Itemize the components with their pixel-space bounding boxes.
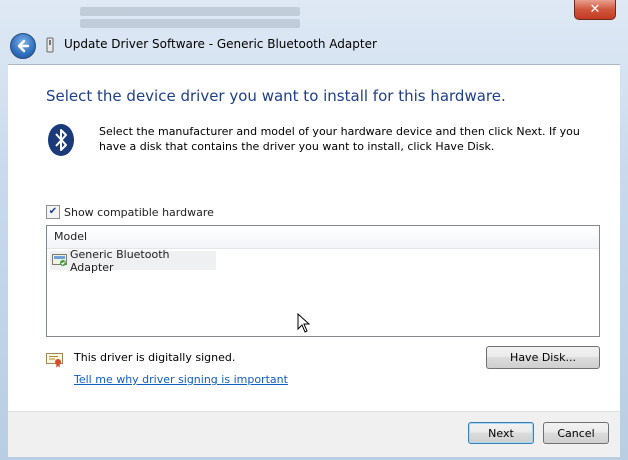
- back-button[interactable]: [10, 33, 36, 59]
- signed-status-text: This driver is digitally signed.: [74, 351, 236, 364]
- window-title: Update Driver Software - Generic Bluetoo…: [64, 37, 377, 51]
- background-window-ghost: [80, 4, 300, 36]
- content-panel: Select the device driver you want to ins…: [8, 64, 620, 412]
- close-button[interactable]: ✕: [574, 0, 616, 20]
- back-arrow-icon: [17, 39, 30, 53]
- certificate-icon: [46, 353, 63, 368]
- mouse-cursor-icon: [297, 313, 311, 333]
- model-column-header[interactable]: Model: [47, 226, 599, 249]
- next-button[interactable]: Next: [468, 422, 534, 444]
- dialog-footer: Next Cancel: [8, 411, 620, 457]
- bluetooth-icon: [48, 124, 74, 156]
- dialog-frame: ✕ Update Driver Software - Generic Bluet…: [0, 0, 628, 460]
- cancel-button[interactable]: Cancel: [543, 422, 609, 444]
- driver-icon: [52, 254, 67, 266]
- have-disk-button[interactable]: Have Disk...: [486, 346, 600, 369]
- model-item-label: Generic Bluetooth Adapter: [69, 247, 170, 274]
- close-icon: ✕: [589, 2, 601, 17]
- model-list[interactable]: Model Generic Bluetooth Adapter: [46, 225, 600, 337]
- driver-signing-link[interactable]: Tell me why driver signing is important: [74, 373, 288, 386]
- show-compatible-checkbox[interactable]: ✔ Show compatible hardware: [46, 205, 214, 219]
- list-item[interactable]: Generic Bluetooth Adapter: [50, 248, 216, 274]
- instructions-text: Select the manufacturer and model of you…: [99, 125, 580, 153]
- show-compatible-label: Show compatible hardware: [64, 205, 214, 219]
- page-heading: Select the device driver you want to ins…: [46, 87, 506, 105]
- device-icon: [46, 37, 54, 53]
- checkbox-box[interactable]: ✔: [46, 205, 60, 219]
